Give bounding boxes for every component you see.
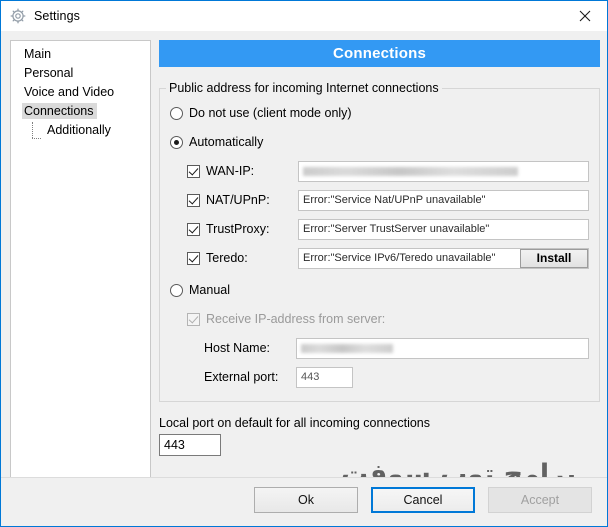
checkbox-receive-ip-from-server[interactable]: [187, 312, 200, 326]
label-receive-ip-from-server: Receive IP-address from server:: [206, 312, 386, 326]
sidebar-item-voice-and-video[interactable]: Voice and Video: [11, 83, 150, 102]
sidebar-item-additionally[interactable]: Additionally: [11, 121, 150, 140]
group-legend: Public address for incoming Internet con…: [166, 81, 442, 95]
label-nat-upnp: NAT/UPnP:: [206, 193, 270, 207]
window-title: Settings: [34, 9, 80, 23]
radio-automatically[interactable]: [170, 135, 183, 149]
field-row-receive-ip: Receive IP-address from server:: [187, 309, 589, 329]
window-content: Main Personal Voice and Video Connection…: [1, 31, 607, 526]
checkbox-wan-ip[interactable]: [187, 164, 200, 178]
connections-panel: Connections Public address for incoming …: [159, 40, 600, 456]
close-button[interactable]: [562, 1, 607, 30]
label-local-port: Local port on default for all incoming c…: [159, 416, 430, 430]
radio-row-do-not-use[interactable]: Do not use (client mode only): [170, 103, 589, 123]
radio-do-not-use[interactable]: [170, 106, 183, 120]
public-address-group: Public address for incoming Internet con…: [159, 81, 600, 402]
dialog-footer: Ok Cancel Accept: [1, 477, 607, 526]
install-button[interactable]: Install: [520, 248, 588, 268]
field-row-trustproxy: TrustProxy: Error:"Server TrustServer un…: [187, 218, 589, 240]
input-local-port[interactable]: 443: [159, 434, 221, 456]
field-row-nat-upnp: NAT/UPnP: Error:"Service Nat/UPnP unavai…: [187, 189, 589, 211]
field-row-host-name: Host Name:: [204, 337, 589, 359]
gear-icon: [10, 8, 26, 24]
field-row-teredo: Teredo: Error:"Service IPv6/Teredo unava…: [187, 247, 589, 269]
sidebar-item-label: Voice and Video: [24, 85, 115, 99]
sidebar-item-label: Connections: [22, 103, 97, 119]
label-host-name: Host Name:: [204, 341, 270, 355]
label-wan-ip: WAN-IP:: [206, 164, 255, 178]
settings-tree[interactable]: Main Personal Voice and Video Connection…: [10, 40, 151, 490]
radio-manual[interactable]: [170, 283, 183, 297]
sidebar-item-main[interactable]: Main: [11, 45, 150, 64]
input-external-port[interactable]: 443: [296, 366, 353, 388]
input-trustproxy[interactable]: Error:"Server TrustServer unavailable": [298, 218, 589, 240]
checkbox-teredo[interactable]: [187, 251, 200, 265]
ok-button[interactable]: Ok: [254, 487, 358, 513]
title-bar: Settings: [1, 1, 607, 31]
field-row-wan-ip: WAN-IP:: [187, 160, 589, 182]
input-wan-ip[interactable]: [298, 160, 589, 182]
cancel-button[interactable]: Cancel: [371, 487, 475, 513]
sidebar-item-label: Personal: [24, 66, 74, 80]
radio-row-manual[interactable]: Manual: [170, 280, 589, 300]
sidebar-item-personal[interactable]: Personal: [11, 64, 150, 83]
field-row-external-port: External port: 443: [204, 366, 589, 388]
label-external-port: External port:: [204, 370, 279, 384]
label-teredo: Teredo:: [206, 251, 248, 265]
sidebar-item-label: Additionally: [47, 123, 111, 137]
radio-label-do-not-use: Do not use (client mode only): [189, 106, 352, 120]
checkbox-nat-upnp[interactable]: [187, 193, 200, 207]
label-trustproxy: TrustProxy:: [206, 222, 270, 236]
input-host-name[interactable]: [296, 337, 589, 359]
radio-row-automatically[interactable]: Automatically: [170, 132, 589, 152]
settings-window: Settings Main Personal Voice and Video C…: [0, 0, 608, 527]
radio-label-automatically: Automatically: [189, 135, 264, 149]
page-title: Connections: [159, 40, 600, 67]
close-icon: [579, 10, 590, 21]
accept-button[interactable]: Accept: [488, 487, 592, 513]
radio-label-manual: Manual: [189, 283, 230, 297]
input-nat-upnp[interactable]: Error:"Service Nat/UPnP unavailable": [298, 189, 589, 211]
sidebar-item-connections[interactable]: Connections: [11, 102, 150, 121]
checkbox-trustproxy[interactable]: [187, 222, 200, 236]
sidebar-item-label: Main: [24, 47, 52, 61]
